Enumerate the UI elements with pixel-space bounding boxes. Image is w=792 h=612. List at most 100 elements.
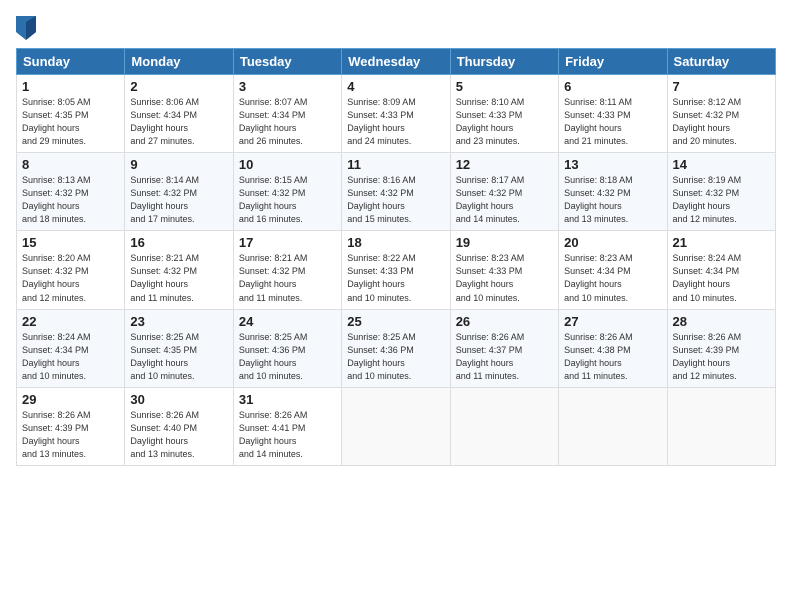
day-info: Sunrise: 8:23 AMSunset: 4:33 PMDaylight … <box>456 253 525 302</box>
day-number: 1 <box>22 79 119 94</box>
calendar-day-header: Friday <box>559 49 667 75</box>
day-number: 13 <box>564 157 661 172</box>
day-number: 7 <box>673 79 770 94</box>
calendar-cell: 26 Sunrise: 8:26 AMSunset: 4:37 PMDaylig… <box>450 309 558 387</box>
day-info: Sunrise: 8:17 AMSunset: 4:32 PMDaylight … <box>456 175 525 224</box>
day-number: 10 <box>239 157 336 172</box>
calendar-day-header: Sunday <box>17 49 125 75</box>
calendar-cell: 25 Sunrise: 8:25 AMSunset: 4:36 PMDaylig… <box>342 309 450 387</box>
calendar-week-row: 1 Sunrise: 8:05 AMSunset: 4:35 PMDayligh… <box>17 75 776 153</box>
day-info: Sunrise: 8:10 AMSunset: 4:33 PMDaylight … <box>456 97 525 146</box>
day-info: Sunrise: 8:21 AMSunset: 4:32 PMDaylight … <box>239 253 308 302</box>
day-info: Sunrise: 8:23 AMSunset: 4:34 PMDaylight … <box>564 253 633 302</box>
logo-icon <box>16 16 36 40</box>
calendar-cell: 6 Sunrise: 8:11 AMSunset: 4:33 PMDayligh… <box>559 75 667 153</box>
calendar-cell: 31 Sunrise: 8:26 AMSunset: 4:41 PMDaylig… <box>233 387 341 465</box>
day-info: Sunrise: 8:15 AMSunset: 4:32 PMDaylight … <box>239 175 308 224</box>
calendar-cell: 5 Sunrise: 8:10 AMSunset: 4:33 PMDayligh… <box>450 75 558 153</box>
calendar-cell: 28 Sunrise: 8:26 AMSunset: 4:39 PMDaylig… <box>667 309 775 387</box>
calendar-page: SundayMondayTuesdayWednesdayThursdayFrid… <box>0 0 792 612</box>
day-info: Sunrise: 8:12 AMSunset: 4:32 PMDaylight … <box>673 97 742 146</box>
day-number: 9 <box>130 157 227 172</box>
day-number: 27 <box>564 314 661 329</box>
page-header <box>16 12 776 40</box>
logo <box>16 16 40 40</box>
calendar-week-row: 29 Sunrise: 8:26 AMSunset: 4:39 PMDaylig… <box>17 387 776 465</box>
day-number: 22 <box>22 314 119 329</box>
day-info: Sunrise: 8:13 AMSunset: 4:32 PMDaylight … <box>22 175 91 224</box>
day-number: 30 <box>130 392 227 407</box>
day-number: 24 <box>239 314 336 329</box>
day-number: 15 <box>22 235 119 250</box>
day-info: Sunrise: 8:26 AMSunset: 4:39 PMDaylight … <box>673 332 742 381</box>
day-number: 14 <box>673 157 770 172</box>
calendar-week-row: 8 Sunrise: 8:13 AMSunset: 4:32 PMDayligh… <box>17 153 776 231</box>
calendar-day-header: Thursday <box>450 49 558 75</box>
day-info: Sunrise: 8:26 AMSunset: 4:39 PMDaylight … <box>22 410 91 459</box>
calendar-cell: 11 Sunrise: 8:16 AMSunset: 4:32 PMDaylig… <box>342 153 450 231</box>
day-info: Sunrise: 8:05 AMSunset: 4:35 PMDaylight … <box>22 97 91 146</box>
day-number: 5 <box>456 79 553 94</box>
day-number: 28 <box>673 314 770 329</box>
day-info: Sunrise: 8:22 AMSunset: 4:33 PMDaylight … <box>347 253 416 302</box>
day-info: Sunrise: 8:26 AMSunset: 4:40 PMDaylight … <box>130 410 199 459</box>
day-number: 26 <box>456 314 553 329</box>
day-number: 19 <box>456 235 553 250</box>
day-info: Sunrise: 8:06 AMSunset: 4:34 PMDaylight … <box>130 97 199 146</box>
day-number: 29 <box>22 392 119 407</box>
calendar-cell: 7 Sunrise: 8:12 AMSunset: 4:32 PMDayligh… <box>667 75 775 153</box>
calendar-cell: 14 Sunrise: 8:19 AMSunset: 4:32 PMDaylig… <box>667 153 775 231</box>
calendar-cell <box>667 387 775 465</box>
day-number: 8 <box>22 157 119 172</box>
calendar-cell: 15 Sunrise: 8:20 AMSunset: 4:32 PMDaylig… <box>17 231 125 309</box>
day-number: 18 <box>347 235 444 250</box>
calendar-day-header: Monday <box>125 49 233 75</box>
calendar-table: SundayMondayTuesdayWednesdayThursdayFrid… <box>16 48 776 466</box>
calendar-cell: 24 Sunrise: 8:25 AMSunset: 4:36 PMDaylig… <box>233 309 341 387</box>
calendar-day-header: Wednesday <box>342 49 450 75</box>
day-info: Sunrise: 8:18 AMSunset: 4:32 PMDaylight … <box>564 175 633 224</box>
calendar-cell: 9 Sunrise: 8:14 AMSunset: 4:32 PMDayligh… <box>125 153 233 231</box>
day-number: 11 <box>347 157 444 172</box>
calendar-cell: 13 Sunrise: 8:18 AMSunset: 4:32 PMDaylig… <box>559 153 667 231</box>
calendar-cell: 17 Sunrise: 8:21 AMSunset: 4:32 PMDaylig… <box>233 231 341 309</box>
calendar-cell: 3 Sunrise: 8:07 AMSunset: 4:34 PMDayligh… <box>233 75 341 153</box>
calendar-cell <box>342 387 450 465</box>
calendar-cell: 10 Sunrise: 8:15 AMSunset: 4:32 PMDaylig… <box>233 153 341 231</box>
calendar-header-row: SundayMondayTuesdayWednesdayThursdayFrid… <box>17 49 776 75</box>
day-number: 25 <box>347 314 444 329</box>
day-info: Sunrise: 8:11 AMSunset: 4:33 PMDaylight … <box>564 97 632 146</box>
day-number: 31 <box>239 392 336 407</box>
calendar-cell: 30 Sunrise: 8:26 AMSunset: 4:40 PMDaylig… <box>125 387 233 465</box>
day-info: Sunrise: 8:25 AMSunset: 4:36 PMDaylight … <box>239 332 308 381</box>
day-info: Sunrise: 8:25 AMSunset: 4:35 PMDaylight … <box>130 332 199 381</box>
calendar-cell: 2 Sunrise: 8:06 AMSunset: 4:34 PMDayligh… <box>125 75 233 153</box>
day-number: 2 <box>130 79 227 94</box>
calendar-cell <box>559 387 667 465</box>
calendar-cell: 21 Sunrise: 8:24 AMSunset: 4:34 PMDaylig… <box>667 231 775 309</box>
calendar-cell: 19 Sunrise: 8:23 AMSunset: 4:33 PMDaylig… <box>450 231 558 309</box>
day-number: 4 <box>347 79 444 94</box>
day-info: Sunrise: 8:07 AMSunset: 4:34 PMDaylight … <box>239 97 308 146</box>
day-info: Sunrise: 8:24 AMSunset: 4:34 PMDaylight … <box>673 253 742 302</box>
day-info: Sunrise: 8:26 AMSunset: 4:41 PMDaylight … <box>239 410 308 459</box>
calendar-cell: 12 Sunrise: 8:17 AMSunset: 4:32 PMDaylig… <box>450 153 558 231</box>
calendar-cell: 1 Sunrise: 8:05 AMSunset: 4:35 PMDayligh… <box>17 75 125 153</box>
day-info: Sunrise: 8:21 AMSunset: 4:32 PMDaylight … <box>130 253 199 302</box>
day-info: Sunrise: 8:09 AMSunset: 4:33 PMDaylight … <box>347 97 416 146</box>
calendar-cell: 23 Sunrise: 8:25 AMSunset: 4:35 PMDaylig… <box>125 309 233 387</box>
day-number: 23 <box>130 314 227 329</box>
calendar-cell: 8 Sunrise: 8:13 AMSunset: 4:32 PMDayligh… <box>17 153 125 231</box>
calendar-cell: 4 Sunrise: 8:09 AMSunset: 4:33 PMDayligh… <box>342 75 450 153</box>
day-info: Sunrise: 8:19 AMSunset: 4:32 PMDaylight … <box>673 175 742 224</box>
day-info: Sunrise: 8:25 AMSunset: 4:36 PMDaylight … <box>347 332 416 381</box>
day-info: Sunrise: 8:26 AMSunset: 4:38 PMDaylight … <box>564 332 633 381</box>
calendar-cell: 20 Sunrise: 8:23 AMSunset: 4:34 PMDaylig… <box>559 231 667 309</box>
day-number: 6 <box>564 79 661 94</box>
calendar-day-header: Saturday <box>667 49 775 75</box>
calendar-week-row: 15 Sunrise: 8:20 AMSunset: 4:32 PMDaylig… <box>17 231 776 309</box>
day-number: 16 <box>130 235 227 250</box>
day-number: 12 <box>456 157 553 172</box>
day-number: 3 <box>239 79 336 94</box>
calendar-cell: 29 Sunrise: 8:26 AMSunset: 4:39 PMDaylig… <box>17 387 125 465</box>
